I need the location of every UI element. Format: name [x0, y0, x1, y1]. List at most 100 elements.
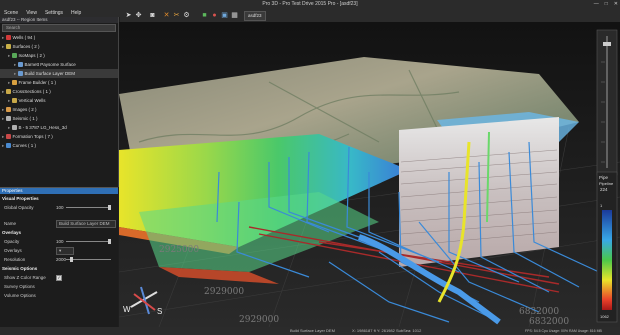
3d-viewport[interactable]: 2925000 2929000 2929000 6832000 6832000 … — [119, 22, 620, 327]
tree-item-label: Frame Builder ( 1 ) — [18, 80, 57, 85]
slider-knob[interactable] — [70, 257, 73, 262]
region-tree: ▸ Wells ( 94 ) ▸ Surfaces ( 2 ) ▸ IsoMaps … — [0, 33, 118, 150]
chevron-icon[interactable]: ▸ — [2, 35, 6, 40]
section-overlays[interactable]: Overlays — [0, 228, 118, 237]
camera-icon[interactable]: ◙ — [148, 11, 157, 20]
tree-item[interactable]: ▸ CrossSections ( 1 ) — [0, 87, 118, 96]
slider-knob[interactable] — [108, 239, 111, 244]
maximize-button[interactable]: □ — [605, 1, 608, 7]
name-field[interactable]: Build Surface Layer DEM — [56, 220, 116, 228]
title-bar: Pro 3D - Pro Test Drive 2015 Pro - [asdf… — [0, 0, 620, 9]
chevron-icon[interactable]: ▸ — [14, 71, 18, 76]
slider-knob[interactable] — [108, 205, 111, 210]
menu-scene[interactable]: Scene — [4, 9, 18, 17]
section-seismic-options[interactable]: Seismic Options — [0, 264, 118, 273]
pan-icon[interactable]: ✥ — [134, 11, 143, 20]
chevron-icon[interactable]: ▸ — [8, 80, 12, 85]
layers-icon[interactable]: ■ — [200, 11, 209, 20]
chevron-icon[interactable]: ▸ — [2, 107, 6, 112]
tree-item[interactable]: ▸ Frame Builder ( 1 ) — [0, 78, 118, 87]
chevron-icon[interactable]: ▸ — [2, 143, 6, 148]
show-z-color-label: Show Z Color Range — [4, 275, 46, 280]
select-cursor-icon[interactable]: ➤ — [124, 11, 133, 20]
legend-subtitle: Pipeline — [599, 181, 614, 186]
status-layer: Build Surface Layer DEM — [290, 328, 335, 333]
scene-canvas[interactable]: 2925000 2929000 2929000 6832000 6832000 … — [119, 22, 620, 327]
chevron-icon[interactable]: ▸ — [8, 125, 12, 130]
name-row: Name Build Surface Layer DEM — [0, 219, 118, 228]
tree-item-label: IsoMaps ( 2 ) — [18, 53, 45, 58]
axis-label-2: 2929000 — [204, 287, 244, 297]
grid-icon[interactable]: ▦ — [230, 11, 239, 20]
layer-icon — [5, 35, 11, 41]
close-button[interactable]: ✕ — [614, 1, 618, 7]
tree-item[interactable]: ▸ Images ( 2 ) — [0, 105, 118, 114]
overlays-row: Overlays ▾ — [0, 246, 118, 255]
tree-item[interactable]: ▸ IsoMaps ( 2 ) — [0, 51, 118, 60]
seismic-section[interactable] — [399, 117, 559, 267]
tree-item[interactable]: ▸ Build Surface Layer DEM — [0, 69, 118, 78]
volume-options-row[interactable]: Volume Options — [0, 291, 118, 300]
layer-icon — [11, 98, 17, 104]
chevron-icon[interactable]: ▸ — [2, 134, 6, 139]
tree-item[interactable]: ▸ Formation Tops ( 7 ) — [0, 132, 118, 141]
resolution-row: Resolution 2000 — [0, 255, 118, 264]
overlays-dropdown[interactable]: ▾ — [56, 247, 74, 255]
tree-item[interactable]: ▸ B - 5 3787 LG_Hess_3d — [0, 123, 118, 132]
opacity-slider[interactable] — [66, 239, 111, 244]
tree-item-label: Wells ( 94 ) — [12, 35, 36, 40]
layer-icon — [17, 71, 23, 77]
record-icon[interactable]: ● — [210, 11, 219, 20]
layer-icon — [5, 44, 11, 50]
chevron-icon[interactable]: ▸ — [2, 89, 6, 94]
cut-icon[interactable]: ✂ — [172, 11, 181, 20]
color-legend: Pipe Pipeline 224 1 1062 — [596, 171, 618, 323]
status-coordinates: X: 1986187 ft Y: 261982 SubSea: 1012 — [352, 328, 422, 333]
tree-item[interactable]: ▸ Wells ( 94 ) — [0, 33, 118, 42]
search-input[interactable]: Search — [2, 24, 116, 32]
tree-item-label: Surfaces ( 2 ) — [12, 44, 40, 49]
tree-item[interactable]: ▸ Seismic ( 1 ) — [0, 114, 118, 123]
status-bar: Build Surface Layer DEM X: 1986187 ft Y:… — [0, 327, 620, 335]
minimize-button[interactable]: — — [594, 1, 599, 7]
gear-icon[interactable]: ⚙ — [182, 11, 191, 20]
tree-item-label: Images ( 2 ) — [12, 107, 37, 112]
vertical-scale-knob[interactable] — [603, 42, 611, 46]
chevron-icon[interactable]: ▸ — [2, 44, 6, 49]
axis-label-1: 2925000 — [159, 245, 199, 255]
chevron-icon[interactable]: ▸ — [2, 116, 6, 121]
chevron-icon[interactable]: ▸ — [14, 62, 18, 67]
show-z-color-row: Show Z Color Range ✓ — [0, 273, 118, 282]
chevron-icon[interactable]: ▸ — [8, 98, 12, 103]
resolution-slider[interactable] — [66, 257, 111, 262]
legend-value: 224 — [600, 187, 608, 192]
chevron-icon[interactable]: ▸ — [8, 53, 12, 58]
menu-view[interactable]: View — [26, 9, 37, 17]
compass-s: S — [157, 307, 162, 316]
axis-label-5: 6832000 — [529, 317, 569, 327]
tree-item[interactable]: ▸ Curves ( 1 ) — [0, 141, 118, 150]
tree-item[interactable]: ▸ Vertical Wells — [0, 96, 118, 105]
tree-item-label: B - 5 3787 LG_Hess_3d — [18, 125, 67, 130]
vertical-scale-slider[interactable] — [596, 29, 618, 176]
tree-item[interactable]: ▸ Surfaces ( 2 ) — [0, 42, 118, 51]
menu-settings[interactable]: Settings — [45, 9, 63, 17]
measure-icon[interactable]: ✕ — [162, 11, 171, 20]
tree-item-label: Curves ( 1 ) — [12, 143, 37, 148]
survey-options-row[interactable]: Survey Options — [0, 282, 118, 291]
export-icon[interactable]: ▣ — [220, 11, 229, 20]
layer-icon — [5, 107, 11, 113]
menu-help[interactable]: Help — [71, 9, 81, 17]
menu-bar: Scene View Settings Help — [0, 9, 124, 17]
show-z-color-checkbox[interactable]: ✓ — [56, 275, 62, 281]
tree-item-label: Vertical Wells — [18, 98, 46, 103]
section-visual-properties[interactable]: Visual Properties — [0, 194, 118, 203]
region-panel-title: asdf23 -- Region Items — [0, 17, 118, 23]
tree-item[interactable]: ▸ Barnett Paysome Surface — [0, 60, 118, 69]
opacity-row: Opacity 100 — [0, 237, 118, 246]
axis-label-4: 6832000 — [519, 307, 559, 317]
global-opacity-slider[interactable] — [66, 205, 111, 210]
scene-tab[interactable]: asdf23 — [244, 11, 266, 21]
tree-item-label: Barnett Paysome Surface — [24, 62, 76, 67]
